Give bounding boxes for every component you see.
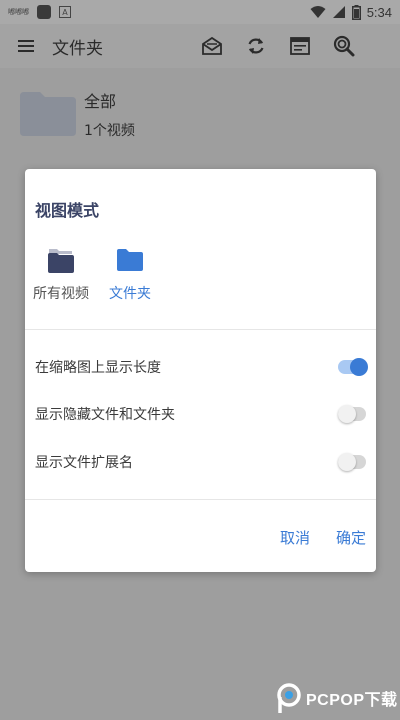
signal-icon (332, 6, 345, 18)
setting-show-extension[interactable]: 显示文件扩展名 (35, 452, 366, 472)
status-bar: 嘟嘟嘟 A 5:34 (0, 0, 400, 24)
folder-icon (20, 92, 76, 136)
search-button[interactable] (322, 24, 366, 68)
refresh-button[interactable] (234, 24, 278, 68)
battery-icon (351, 4, 361, 20)
app-bar: 文件夹 (0, 24, 400, 68)
divider (25, 499, 376, 500)
confirm-button[interactable]: 确定 (336, 527, 366, 548)
setting-show-hidden[interactable]: 显示隐藏文件和文件夹 (35, 404, 366, 424)
show-extension-toggle[interactable] (338, 453, 366, 471)
setting-show-extension-label: 显示文件扩展名 (35, 455, 133, 471)
view-mode-folders[interactable]: 文件夹 (109, 247, 151, 303)
show-length-toggle[interactable] (338, 358, 368, 376)
toggle-knob (350, 358, 368, 376)
folder-name: 全部 (84, 92, 117, 111)
folder-icon (117, 249, 143, 271)
menu-icon (18, 40, 34, 52)
refresh-icon (248, 38, 264, 54)
status-time: 5:34 (366, 4, 392, 20)
toggle-knob (338, 405, 356, 423)
menu-button[interactable] (0, 24, 52, 68)
watermark-text: PCPOP下载 (306, 692, 398, 709)
show-hidden-toggle[interactable] (338, 405, 366, 423)
view-mode-dialog: 视图模式 所有视频 文件夹 在缩略图上显示长度 显示隐藏文件和文件夹 显示文件扩… (25, 169, 376, 572)
folder-list-item[interactable]: 全部 1个视频 (20, 86, 135, 140)
wifi-icon (310, 6, 326, 18)
setting-show-length-label: 在缩略图上显示长度 (35, 360, 161, 376)
pcpop-logo-icon (277, 683, 301, 713)
folder-video-count: 1个视频 (84, 123, 135, 139)
notification-app-icon (37, 5, 51, 19)
view-mode-all-videos-label: 所有视频 (33, 286, 89, 302)
a-notification-icon: A (59, 6, 71, 18)
watermark: PCPOP下载 (276, 683, 398, 713)
cancel-button[interactable]: 取消 (280, 527, 310, 548)
status-notification-label: 嘟嘟嘟 (8, 8, 29, 16)
mail-button[interactable] (190, 24, 234, 68)
divider (25, 329, 376, 330)
search-icon (333, 35, 355, 57)
page-title: 文件夹 (52, 38, 103, 59)
mail-icon (202, 36, 222, 55)
stacked-folder-icon (48, 249, 74, 273)
toggle-knob (338, 453, 356, 471)
setting-show-hidden-label: 显示隐藏文件和文件夹 (35, 407, 175, 423)
window-button[interactable] (278, 24, 322, 68)
dialog-title: 视图模式 (35, 201, 100, 220)
view-mode-all-videos[interactable]: 所有视频 (33, 247, 89, 303)
setting-show-length[interactable]: 在缩略图上显示长度 (35, 357, 368, 377)
view-mode-folders-label: 文件夹 (109, 286, 151, 302)
window-icon (290, 37, 310, 55)
